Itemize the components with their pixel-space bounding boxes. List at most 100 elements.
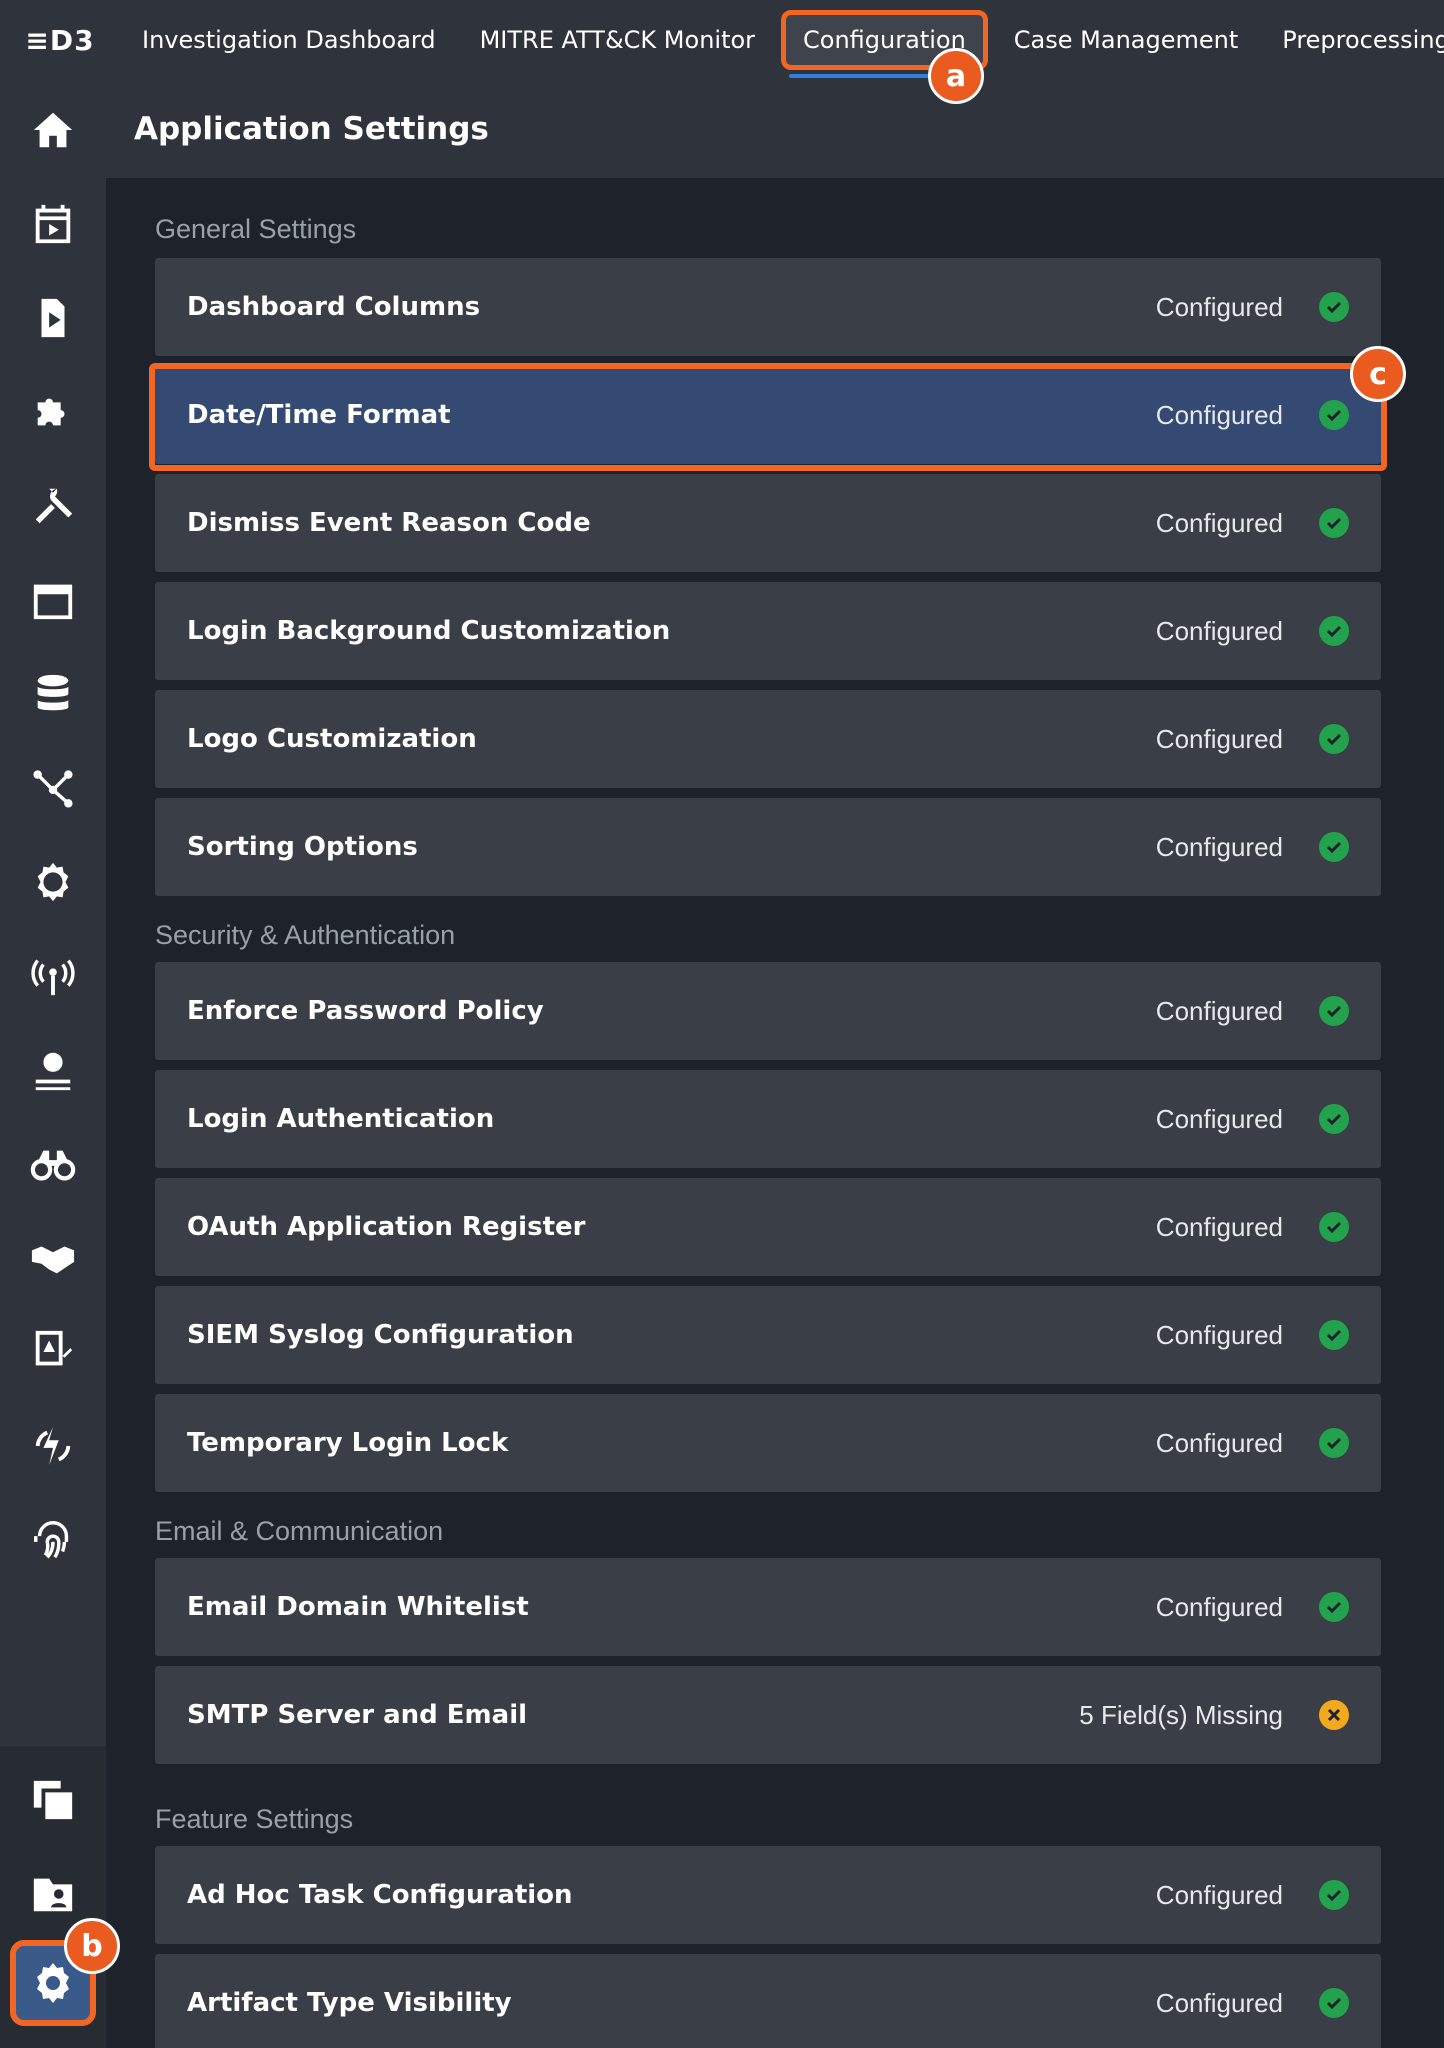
copy-icon[interactable] (0, 1760, 106, 1840)
setting-name: Enforce Password Policy (187, 996, 544, 1026)
setting-row-siem-syslog-configuration[interactable]: SIEM Syslog Configuration Configured (155, 1286, 1381, 1384)
section-title-general: General Settings (155, 214, 357, 244)
setting-name: OAuth Application Register (187, 1212, 586, 1242)
setting-status: Configured (1155, 615, 1283, 646)
setting-status: Configured (1155, 399, 1283, 430)
setting-status: Configured (1155, 1427, 1283, 1458)
tab-label: Preprocessing Play (1282, 26, 1444, 54)
d3-logo[interactable]: ≡D3 (0, 0, 120, 80)
setting-name: Dismiss Event Reason Code (187, 508, 591, 538)
setting-name: Date/Time Format (187, 400, 451, 430)
setting-status: Configured (1155, 1319, 1283, 1350)
document-warning-icon[interactable] (0, 1312, 106, 1392)
database-icon[interactable] (0, 654, 106, 734)
setting-row-email-domain-whitelist[interactable]: Email Domain Whitelist Configured (155, 1558, 1381, 1656)
setting-name: Login Authentication (187, 1104, 495, 1134)
setting-status: Configured (1155, 291, 1283, 322)
page-header: Application Settings (106, 80, 1444, 178)
top-navigation: ≡D3 Investigation Dashboard MITRE ATT&CK… (0, 0, 1444, 80)
setting-status: Configured (1155, 507, 1283, 538)
tab-investigation-dashboard[interactable]: Investigation Dashboard (120, 0, 458, 80)
setting-name: Login Background Customization (187, 616, 671, 646)
page-title: Application Settings (134, 111, 489, 147)
check-circle-icon (1319, 1212, 1349, 1242)
setting-status: Configured (1155, 1103, 1283, 1134)
setting-status: Configured (1155, 1987, 1283, 2018)
globe-network-icon[interactable] (0, 1030, 106, 1110)
check-circle-icon (1319, 1320, 1349, 1350)
setting-name: Sorting Options (187, 832, 418, 862)
check-circle-icon (1319, 1592, 1349, 1622)
tab-mitre-attack-monitor[interactable]: MITRE ATT&CK Monitor (458, 0, 777, 80)
setting-row-logo-customization[interactable]: Logo Customization Configured (155, 690, 1381, 788)
nav-tabs: Investigation Dashboard MITRE ATT&CK Mon… (120, 0, 1444, 80)
check-circle-icon (1319, 292, 1349, 322)
setting-name: Artifact Type Visibility (187, 1988, 512, 2018)
setting-status: 5 Field(s) Missing (1079, 1699, 1283, 1730)
setting-name: Dashboard Columns (187, 292, 481, 322)
check-circle-icon (1319, 508, 1349, 538)
settings-list: General Settings Dashboard Columns Confi… (106, 178, 1444, 2048)
setting-name: Email Domain Whitelist (187, 1592, 529, 1622)
tab-label: Investigation Dashboard (142, 26, 436, 54)
play-icon[interactable] (0, 278, 106, 358)
setting-row-dashboard-columns[interactable]: Dashboard Columns Configured (155, 258, 1381, 356)
graph-icon[interactable] (0, 748, 106, 828)
setting-name: Temporary Login Lock (187, 1428, 509, 1458)
setting-row-dismiss-event-reason-code[interactable]: Dismiss Event Reason Code Configured (155, 474, 1381, 572)
setting-row-sorting-options[interactable]: Sorting Options Configured (155, 798, 1381, 896)
fingerprint-icon[interactable] (0, 1500, 106, 1580)
antenna-icon[interactable] (0, 936, 106, 1016)
section-title-email: Email & Communication (155, 1516, 444, 1546)
logo-text: ≡D3 (25, 23, 95, 57)
puzzle-icon[interactable] (0, 372, 106, 452)
setting-status: Configured (1155, 995, 1283, 1026)
setting-row-temporary-login-lock[interactable]: Temporary Login Lock Configured (155, 1394, 1381, 1492)
handshake-icon[interactable] (0, 1218, 106, 1298)
tools-icon[interactable] (0, 466, 106, 546)
setting-row-artifact-type-visibility[interactable]: Artifact Type Visibility Configured (155, 1954, 1381, 2048)
setting-status: Configured (1155, 1879, 1283, 1910)
setting-name: SMTP Server and Email (187, 1700, 528, 1730)
calendar-icon[interactable] (0, 560, 106, 640)
event-playbook-icon[interactable] (0, 184, 106, 264)
check-circle-icon (1319, 400, 1349, 430)
warning-x-circle-icon (1319, 1700, 1349, 1730)
setting-row-smtp-server-and-email[interactable]: SMTP Server and Email 5 Field(s) Missing (155, 1666, 1381, 1764)
check-circle-icon (1319, 1104, 1349, 1134)
setting-name: Logo Customization (187, 724, 477, 754)
annotation-marker-c: c (1350, 346, 1406, 402)
setting-status: Configured (1155, 1591, 1283, 1622)
setting-row-enforce-password-policy[interactable]: Enforce Password Policy Configured (155, 962, 1381, 1060)
setting-name: SIEM Syslog Configuration (187, 1320, 574, 1350)
tab-label: Case Management (1013, 26, 1239, 54)
setting-status: Configured (1155, 831, 1283, 862)
tab-case-management[interactable]: Case Management (992, 0, 1260, 80)
binoculars-icon[interactable] (0, 1124, 106, 1204)
tab-label: MITRE ATT&CK Monitor (479, 26, 756, 54)
annotation-marker-b: b (64, 1918, 120, 1974)
check-circle-icon (1319, 616, 1349, 646)
tab-preprocessing-playbook[interactable]: Preprocessing Play (1260, 0, 1444, 80)
setting-row-date-time-format[interactable]: Date/Time Format Configured (155, 366, 1381, 464)
setting-row-oauth-application-register[interactable]: OAuth Application Register Configured (155, 1178, 1381, 1276)
api-gear-icon[interactable] (0, 842, 106, 922)
check-circle-icon (1319, 1988, 1349, 2018)
section-title-security: Security & Authentication (155, 920, 456, 950)
tab-label: Configuration (803, 26, 966, 54)
setting-status: Configured (1155, 723, 1283, 754)
check-circle-icon (1319, 1880, 1349, 1910)
setting-status: Configured (1155, 1211, 1283, 1242)
annotation-marker-a: a (928, 48, 984, 104)
check-circle-icon (1319, 996, 1349, 1026)
home-icon[interactable] (0, 90, 106, 170)
check-circle-icon (1319, 724, 1349, 754)
section-title-feature: Feature Settings (155, 1804, 354, 1834)
setting-row-login-authentication[interactable]: Login Authentication Configured (155, 1070, 1381, 1168)
setting-row-ad-hoc-task-configuration[interactable]: Ad Hoc Task Configuration Configured (155, 1846, 1381, 1944)
check-circle-icon (1319, 832, 1349, 862)
sync-icon[interactable] (0, 1406, 106, 1486)
setting-name: Ad Hoc Task Configuration (187, 1880, 573, 1910)
check-circle-icon (1319, 1428, 1349, 1458)
setting-row-login-background-customization[interactable]: Login Background Customization Configure… (155, 582, 1381, 680)
